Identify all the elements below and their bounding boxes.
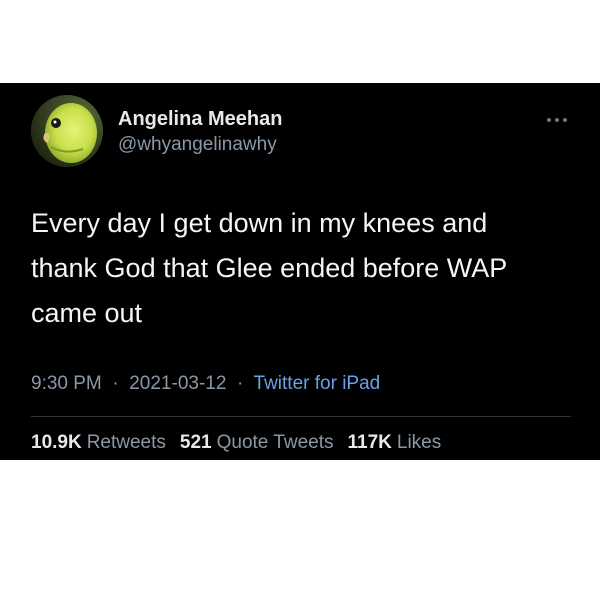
more-options-button[interactable] <box>540 110 574 130</box>
ellipsis-icon <box>547 118 551 122</box>
quote-tweets-count: 521 <box>179 432 212 453</box>
retweets-count: 10.9K <box>31 432 82 453</box>
tweet-text-line: came out <box>31 298 143 328</box>
retweets-label: Retweets <box>86 432 166 453</box>
tweet-text-line: Every day I get down in my knees and <box>31 208 488 238</box>
likes-stat[interactable]: 117K Likes <box>348 432 442 454</box>
tweet-meta: 9:30 PM · 2021-03-12 · Twitter for iPad <box>31 373 380 395</box>
tweet-stats: 10.9K Retweets 521 Quote Tweets 117K Likes <box>31 432 441 454</box>
meta-separator: · <box>107 373 124 394</box>
retweets-stat[interactable]: 10.9K Retweets <box>31 432 166 454</box>
quote-tweets-label: Quote Tweets <box>216 432 334 453</box>
tweet-source-link[interactable]: Twitter for iPad <box>254 373 381 394</box>
tweet-date[interactable]: 2021-03-12 <box>129 373 226 394</box>
divider <box>31 416 571 417</box>
tweet-text: Every day I get down in my knees and tha… <box>31 201 571 336</box>
likes-label: Likes <box>396 432 442 453</box>
likes-count: 117K <box>347 432 392 453</box>
ellipsis-icon <box>555 118 559 122</box>
quote-tweets-stat[interactable]: 521 Quote Tweets <box>180 432 334 454</box>
author-name[interactable]: Angelina Meehan <box>118 108 282 131</box>
parakeet-avatar-icon <box>31 95 103 167</box>
avatar[interactable] <box>31 95 103 167</box>
tweet-text-line: thank God that Glee ended before WAP <box>31 253 508 283</box>
ellipsis-icon <box>563 118 567 122</box>
tweet-time[interactable]: 9:30 PM <box>31 373 102 394</box>
author-handle[interactable]: @whyangelinawhy <box>118 134 277 156</box>
meta-separator: · <box>231 373 249 394</box>
